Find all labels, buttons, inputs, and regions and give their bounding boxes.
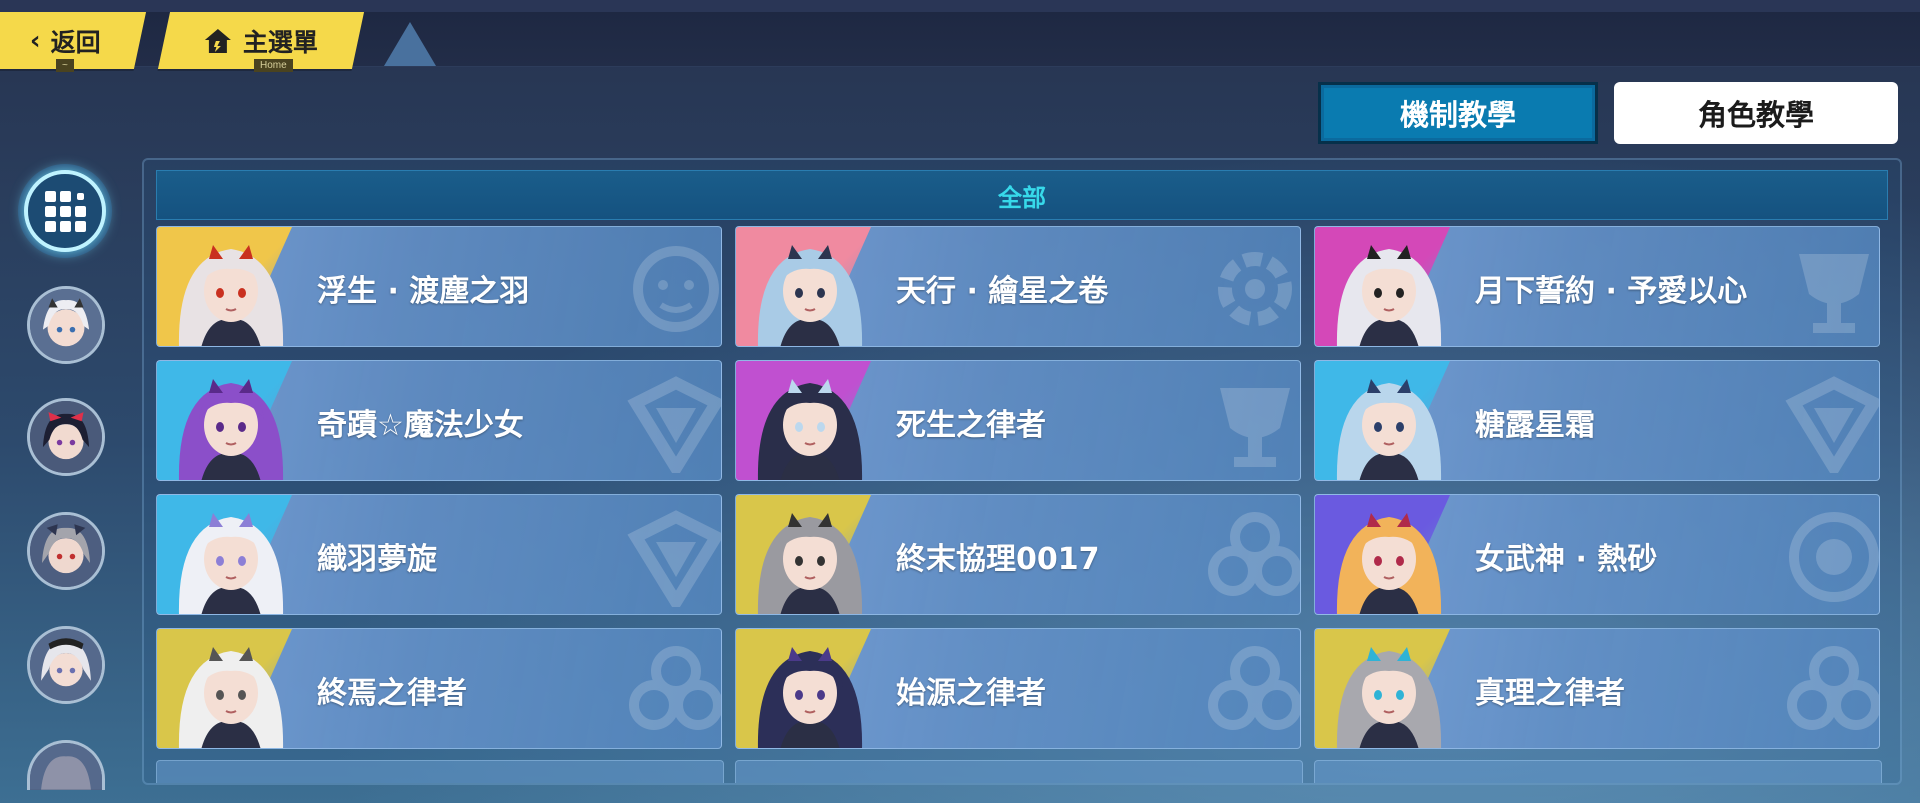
cup-icon (1200, 373, 1300, 473)
cup-icon (1779, 239, 1879, 339)
character-name: 死生之律者 (896, 407, 1046, 443)
character-card[interactable]: 死生之律者 (735, 360, 1301, 481)
back-button-label: 返回 (50, 27, 101, 57)
sidebar-avatar[interactable] (27, 740, 105, 790)
home-button-sublabel: Home (254, 59, 293, 72)
character-portrait (169, 227, 294, 346)
character-portrait (169, 495, 294, 614)
face-icon (621, 239, 721, 339)
character-name: 月下誓約 · 予愛以心 (1475, 273, 1748, 309)
chevron-left-icon: ‹ (29, 25, 41, 56)
all-characters-grid-button[interactable] (24, 170, 106, 252)
sidebar-avatar[interactable] (27, 626, 105, 704)
character-name: 終焉之律者 (317, 675, 467, 711)
diamond-icon (621, 507, 721, 614)
gear-icon (1200, 239, 1300, 339)
character-portrait (748, 361, 873, 480)
character-name: 女武神 · 熱砂 (1475, 541, 1658, 577)
character-portrait (1327, 629, 1452, 748)
grid-icon (44, 190, 86, 232)
diamond-icon (621, 373, 721, 480)
tab-characters[interactable]: 角色教學 (1614, 82, 1898, 144)
character-portrait (748, 629, 873, 748)
card-partial[interactable] (156, 760, 724, 783)
character-card[interactable]: 織羽夢旋 (156, 494, 722, 615)
character-name: 真理之律者 (1475, 675, 1625, 711)
character-portrait (748, 495, 873, 614)
sidebar-avatar[interactable] (27, 286, 105, 364)
character-name: 糖露星霜 (1475, 407, 1595, 443)
back-button-sublabel: ~ (56, 59, 74, 72)
character-card[interactable]: 女武神 · 熱砂 (1314, 494, 1880, 615)
character-card[interactable]: 始源之律者 (735, 628, 1301, 749)
character-portrait (1327, 361, 1452, 480)
sidebar-avatar[interactable] (27, 398, 105, 476)
top-strip (0, 0, 1920, 12)
sidebar-avatar[interactable] (27, 512, 105, 590)
character-card[interactable]: 糖露星霜 (1314, 360, 1880, 481)
character-portrait (169, 629, 294, 748)
character-portrait (1327, 227, 1452, 346)
character-name: 天行 · 繪星之卷 (896, 273, 1109, 309)
character-name: 織羽夢旋 (317, 541, 437, 577)
character-portrait (169, 361, 294, 480)
character-card[interactable]: 真理之律者 (1314, 628, 1880, 749)
character-name: 奇蹟☆魔法少女 (317, 407, 524, 443)
character-panel: 全部 浮生 · 渡塵之羽 天行 · 繪星之卷 月下誓約 · 予愛以心奇蹟☆魔法少女 死… (142, 158, 1902, 785)
character-name: 終末協理0017 (896, 541, 1100, 577)
filter-all[interactable]: 全部 (156, 170, 1888, 220)
card-partial[interactable] (735, 760, 1303, 783)
character-card[interactable]: 終末協理0017 (735, 494, 1301, 615)
character-portrait (1327, 495, 1452, 614)
clover-icon (621, 641, 721, 741)
character-card[interactable]: 月下誓約 · 予愛以心 (1314, 226, 1880, 347)
diamond-icon (1779, 373, 1879, 480)
decorative-triangle (384, 22, 436, 66)
clover-icon (1200, 641, 1300, 741)
card-partial[interactable] (1314, 760, 1882, 783)
character-card[interactable]: 奇蹟☆魔法少女 (156, 360, 722, 481)
character-card[interactable]: 終焉之律者 (156, 628, 722, 749)
clover-icon (1779, 641, 1879, 741)
character-portrait (748, 227, 873, 346)
clover-icon (1200, 507, 1300, 607)
tab-mechanics[interactable]: 機制教學 (1318, 82, 1598, 144)
home-button-label: 主選單 (243, 27, 319, 57)
eye-icon (1779, 507, 1879, 607)
home-icon (205, 28, 232, 53)
character-card[interactable]: 天行 · 繪星之卷 (735, 226, 1301, 347)
character-card[interactable]: 浮生 · 渡塵之羽 (156, 226, 722, 347)
character-name: 始源之律者 (896, 675, 1046, 711)
character-name: 浮生 · 渡塵之羽 (317, 273, 530, 309)
